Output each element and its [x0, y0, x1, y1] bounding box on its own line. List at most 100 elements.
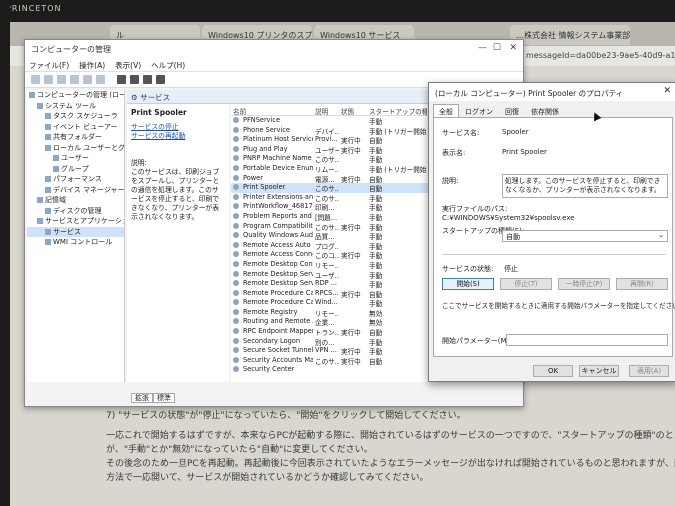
gear-icon: [233, 260, 239, 267]
tree-item[interactable]: コンピューターの管理 (ローカル): [27, 90, 124, 101]
tree-item[interactable]: イベント ビューアー: [27, 122, 124, 133]
col-state[interactable]: 状態: [339, 104, 367, 115]
dialog-titlebar[interactable]: (ローカル コンピューター) Print Spooler のプロパティ ✕: [429, 83, 675, 101]
restart-service-link[interactable]: サービスの再起動: [131, 132, 185, 140]
maximize-icon[interactable]: ☐: [493, 43, 501, 53]
tree-item[interactable]: サービス: [27, 226, 124, 237]
tree-item[interactable]: ユーザー: [27, 153, 124, 164]
tab-standard[interactable]: 標準: [153, 393, 175, 403]
service-row[interactable]: PrintWorkflow_46817 印刷... 手動: [231, 202, 431, 212]
service-startup: 自動: [369, 329, 383, 337]
cancel-button[interactable]: キャンセル: [579, 365, 619, 377]
window-titlebar[interactable]: コンピューターの管理 — ☐ ✕: [25, 40, 523, 58]
service-row[interactable]: Security Accounts Managerこのサ...実行中自動: [231, 356, 431, 365]
menu-action[interactable]: 操作(A): [79, 60, 105, 70]
tree-item[interactable]: 記憶域: [27, 195, 124, 206]
tree-item-label: タスク スケジューラ: [53, 112, 118, 120]
service-startup: 手動: [369, 242, 383, 251]
back-icon[interactable]: [31, 75, 40, 84]
service-startup: 手動: [369, 348, 383, 356]
minimize-icon[interactable]: —: [478, 43, 487, 53]
tab-extended[interactable]: 拡張: [131, 393, 153, 403]
pause-button[interactable]: 一時停止(P): [558, 278, 610, 290]
browser-tab[interactable]: …株式会社 情報システム事業部: [510, 25, 630, 45]
tab-general[interactable]: 全般: [433, 104, 459, 117]
start-param-input[interactable]: [506, 334, 668, 346]
service-row[interactable]: Portable Device Enumerato...リムー... 手動 (トリ…: [231, 164, 431, 174]
service-row[interactable]: Remote Desktop Configurat...リモー... 手動: [231, 260, 431, 270]
service-row[interactable]: Remote Access Auto Conne...プログ... 手動: [231, 241, 431, 251]
col-startup[interactable]: スタートアップの種類: [367, 104, 427, 115]
service-name: Power: [231, 174, 313, 184]
service-row[interactable]: Remote Desktop Servicesユーザ... 手動: [231, 270, 431, 279]
service-row[interactable]: Quality Windows Audio Vid...品質... 手動: [231, 231, 431, 241]
tab-logon[interactable]: ログオン: [459, 104, 499, 117]
col-name[interactable]: 名前: [231, 104, 313, 115]
properties-icon[interactable]: [70, 75, 79, 84]
tree-item[interactable]: サービスとアプリケーション: [27, 216, 124, 227]
menu-bar: ファイル(F) 操作(A) 表示(V) ヘルプ(H): [25, 58, 523, 72]
tree-item[interactable]: WMI コントロール: [27, 237, 124, 248]
help-icon[interactable]: [96, 75, 105, 84]
service-row[interactable]: Problem Reports and Soluti...[問題... 手動: [231, 212, 431, 222]
service-row[interactable]: Remote Desktop Services U...RDP ... 手動: [231, 279, 431, 289]
stop-button[interactable]: 停止(T): [500, 278, 552, 290]
tree-item-label: サービスとアプリケーション: [45, 217, 124, 225]
tree-item[interactable]: タスク スケジューラ: [27, 111, 124, 122]
menu-view[interactable]: 表示(V): [115, 60, 141, 70]
service-row[interactable]: RPC Endpoint Mapper トラン... 実行中 自動: [231, 327, 431, 337]
service-row[interactable]: Routing and Remote Access企業... 無効: [231, 317, 431, 327]
service-row[interactable]: Plug and Play ユーザー...実行中手動: [231, 145, 431, 154]
tree-item[interactable]: 共有フォルダー: [27, 132, 124, 143]
play-icon[interactable]: [117, 75, 126, 84]
up-icon[interactable]: [57, 75, 66, 84]
service-desc: このサ...: [315, 223, 339, 232]
apply-button[interactable]: 適用(A): [629, 365, 669, 377]
tree-item-label: グループ: [61, 164, 89, 173]
close-icon[interactable]: ✕: [509, 43, 517, 53]
tree-item-label: システム ツール: [45, 101, 97, 110]
description-box[interactable]: 処理します。このサービスを停止すると、印刷できなくなるか、プリンターが表示されな…: [502, 174, 668, 198]
service-row[interactable]: Secure Socket Tunneling Pr...VPN ... 実行中手…: [231, 346, 431, 356]
service-row[interactable]: PNRP Machine Name Publi...このサ... 手動: [231, 154, 431, 164]
ok-button[interactable]: OK: [533, 365, 573, 377]
service-row[interactable]: Remote Procedure Call (RPC)...Wind... 手動: [231, 298, 431, 308]
restart-icon[interactable]: [156, 75, 165, 84]
tree-item[interactable]: デバイス マネージャー: [27, 185, 124, 196]
resume-button[interactable]: 再開(R): [616, 278, 668, 290]
startup-type-select[interactable]: 自動 ⌄: [502, 230, 668, 242]
stop-service-link[interactable]: サービスの停止: [131, 123, 179, 131]
refresh-icon[interactable]: [83, 75, 92, 84]
service-row[interactable]: Secondary Logon 別の... 手動: [231, 337, 431, 346]
service-startup: 手動 (トリガー開始): [369, 127, 427, 136]
service-row[interactable]: Security Center: [231, 365, 431, 375]
tree-node-icon: [37, 102, 43, 109]
start-button[interactable]: 開始(S): [442, 278, 494, 290]
service-row[interactable]: PFNService 手動: [231, 116, 431, 126]
menu-file[interactable]: ファイル(F): [29, 60, 69, 70]
gear-icon: [233, 308, 239, 315]
pause-icon[interactable]: [143, 75, 152, 84]
tree-item[interactable]: ローカル ユーザーとグループ: [27, 143, 124, 154]
service-row[interactable]: Program Compatibility Assi...このサ...実行中手動: [231, 222, 431, 232]
tree-item[interactable]: パフォーマンス: [27, 174, 124, 185]
stop-icon[interactable]: [130, 75, 139, 84]
tree-item[interactable]: グループ: [27, 164, 124, 175]
tab-dependencies[interactable]: 依存関係: [525, 104, 565, 117]
service-row[interactable]: Platinum Host Service Provi... 実行中 自動: [231, 135, 431, 145]
service-row[interactable]: Remote Access Connection ...このコ...実行中手動: [231, 250, 431, 260]
col-desc[interactable]: 説明: [313, 104, 339, 115]
service-row[interactable]: Remote Procedure Call (RPC)RPCS...実行中自動: [231, 289, 431, 298]
service-row[interactable]: Print Spooler このサ... 自動: [231, 183, 431, 193]
tree-item[interactable]: システム ツール: [27, 101, 124, 112]
forward-icon[interactable]: [44, 75, 53, 84]
close-icon[interactable]: ✕: [663, 86, 671, 96]
service-row[interactable]: Printer Extensions and Notif...このサ... 手動: [231, 193, 431, 202]
service-row[interactable]: Phone Service デバイ... 手動 (トリガー開始): [231, 126, 431, 136]
service-row[interactable]: Power 電源... 実行中 自動: [231, 174, 431, 184]
service-state: 実行中: [341, 329, 361, 337]
menu-help[interactable]: ヘルプ(H): [151, 60, 185, 70]
tree-item[interactable]: ディスクの管理: [27, 206, 124, 217]
service-row[interactable]: Remote Registry リモー... 無効: [231, 308, 431, 317]
tab-recovery[interactable]: 回復: [499, 104, 525, 117]
